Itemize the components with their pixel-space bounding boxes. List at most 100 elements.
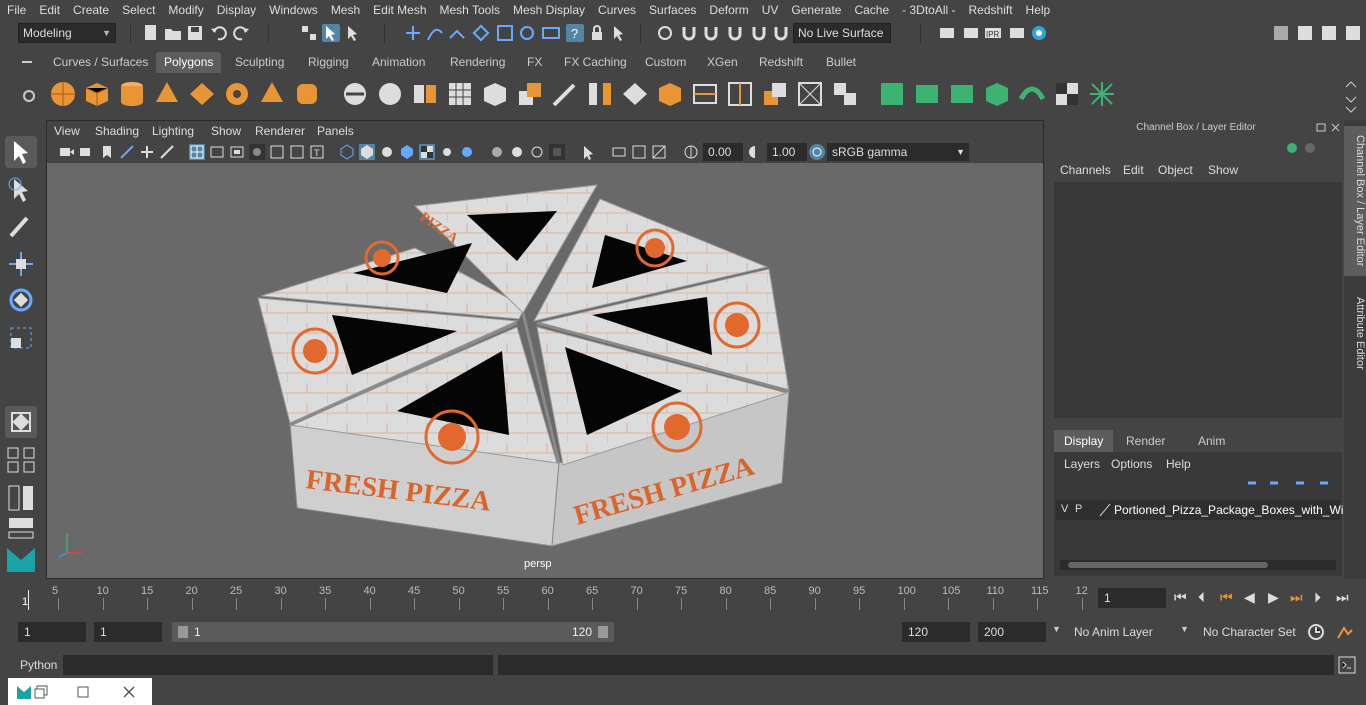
magnet-2-icon[interactable]: [702, 24, 720, 42]
render-frame-icon[interactable]: [962, 24, 980, 42]
select-object-icon[interactable]: [322, 24, 340, 42]
spherical-map-icon[interactable]: [982, 79, 1012, 109]
menu-3dtoall[interactable]: - 3DtoAll -: [895, 3, 961, 17]
checker-icon[interactable]: [1052, 79, 1082, 109]
character-set-dropdown[interactable]: No Character Set: [1197, 622, 1297, 642]
live-surface-field[interactable]: No Live Surface: [793, 23, 891, 43]
end-time-field[interactable]: 200: [978, 622, 1046, 642]
tab-bullet[interactable]: Bullet: [818, 52, 864, 73]
tab-redshift[interactable]: Redshift: [751, 52, 811, 73]
layer-visible-toggle[interactable]: V: [1061, 503, 1068, 515]
poly-cylinder-icon[interactable]: [117, 79, 147, 109]
safe-title-icon[interactable]: T: [309, 144, 325, 160]
tab-render[interactable]: Render: [1116, 430, 1175, 452]
tab-fx-caching[interactable]: FX Caching: [556, 52, 635, 73]
viewport-menu-lighting[interactable]: Lighting: [152, 124, 194, 138]
exposure-field[interactable]: 0.00: [703, 143, 743, 161]
fill-hole-icon[interactable]: [655, 79, 685, 109]
step-forward-icon[interactable]: ⏵: [1314, 589, 1321, 606]
layer-menu-layers[interactable]: Layers: [1064, 457, 1100, 471]
bridge-icon[interactable]: [585, 79, 615, 109]
film-gate-icon[interactable]: [209, 144, 225, 160]
tab-sculpting[interactable]: Sculpting: [227, 52, 292, 73]
python-label[interactable]: Python: [20, 658, 57, 672]
menu-uv[interactable]: UV: [755, 3, 785, 17]
cb-menu-edit[interactable]: Edit: [1123, 163, 1144, 177]
minimized-window[interactable]: [8, 678, 152, 705]
menu-redshift[interactable]: Redshift: [962, 3, 1019, 17]
tab-animation[interactable]: Animation: [364, 52, 433, 73]
bevel-icon[interactable]: [550, 79, 580, 109]
isolate-select-icon[interactable]: [581, 144, 597, 160]
offset-loop-icon[interactable]: [760, 79, 790, 109]
playback-start-field[interactable]: 1: [94, 622, 162, 642]
select-tool-icon[interactable]: [5, 136, 37, 168]
scene-view[interactable]: FRESH PIZZA FRESH PIZZA PIZZA: [47, 163, 1043, 578]
time-slider[interactable]: 1 5 10 15 20 25 30 35 40 45 50 55 60 65 70 75 80 85 90 95 1…: [18, 580, 1090, 612]
save-scene-icon[interactable]: [186, 24, 204, 42]
magnet-icon[interactable]: [680, 24, 698, 42]
layer-menu-help[interactable]: Help: [1166, 457, 1191, 471]
colorspace-dropdown[interactable]: sRGB gamma ▼: [827, 143, 969, 161]
new-scene-icon[interactable]: [142, 24, 160, 42]
undo-icon[interactable]: [210, 24, 228, 42]
axis-display-icon[interactable]: [1286, 140, 1318, 156]
viewport-menu-renderer[interactable]: Renderer: [255, 124, 305, 138]
channel-list[interactable]: [1054, 182, 1342, 418]
separate-icon[interactable]: [375, 79, 405, 109]
bookmark-icon[interactable]: [99, 144, 115, 160]
cb-menu-object[interactable]: Object: [1158, 163, 1193, 177]
menu-mesh[interactable]: Mesh: [324, 3, 366, 17]
start-time-field[interactable]: 1: [18, 622, 86, 642]
magnet-3-icon[interactable]: [726, 24, 744, 42]
combine-icon[interactable]: [340, 79, 370, 109]
layer-row[interactable]: V P Portioned_Pizza_Package_Boxes_with_W…: [1056, 500, 1357, 520]
chevron-down-icon[interactable]: ▼: [1052, 624, 1061, 634]
mode-dropdown[interactable]: Modeling ▼: [18, 23, 116, 43]
chevron-down-icon[interactable]: ▼: [1180, 624, 1189, 634]
layer-name[interactable]: Portioned_Pizza_Package_Boxes_with_Wind: [1114, 503, 1357, 517]
wireframe-on-shaded-icon[interactable]: [399, 144, 415, 160]
next-key-icon[interactable]: ⏭: [1290, 589, 1303, 606]
menu-file[interactable]: File: [0, 3, 32, 17]
unfold-icon[interactable]: [1017, 79, 1047, 109]
magnet-4-icon[interactable]: [750, 24, 768, 42]
select-lock-icon[interactable]: [610, 24, 628, 42]
planar-map-icon[interactable]: [912, 79, 942, 109]
menu-display[interactable]: Display: [210, 3, 262, 17]
script-editor-icon[interactable]: [1338, 656, 1356, 674]
menu-surfaces[interactable]: Surfaces: [642, 3, 702, 17]
menu-mesh-display[interactable]: Mesh Display: [506, 3, 591, 17]
camera-icon[interactable]: [59, 144, 75, 160]
screen-space-ao-icon[interactable]: [489, 144, 505, 160]
redo-icon[interactable]: [232, 24, 250, 42]
tab-attribute-editor-vertical[interactable]: Attribute Editor: [1344, 288, 1366, 378]
playback-end-field[interactable]: 120: [902, 622, 970, 642]
cylindrical-map-icon[interactable]: [947, 79, 977, 109]
exposure-icon[interactable]: [683, 144, 699, 160]
anti-alias-icon[interactable]: [529, 144, 545, 160]
scale-tool-icon[interactable]: [5, 322, 37, 354]
move-tool-icon[interactable]: [5, 248, 37, 280]
reduce-icon[interactable]: [480, 79, 510, 109]
auto-key-icon[interactable]: [1306, 622, 1326, 642]
viewport-menu-panels[interactable]: Panels: [317, 124, 354, 138]
symmetry-icon[interactable]: [656, 24, 674, 42]
tab-xgen[interactable]: XGen: [699, 52, 746, 73]
wireframe-icon[interactable]: [339, 144, 355, 160]
paint-select-icon[interactable]: [5, 210, 37, 242]
grid-icon[interactable]: [189, 144, 205, 160]
layout-four-icon[interactable]: [5, 444, 37, 476]
layer-color-icon[interactable]: [1098, 503, 1112, 517]
poly-sphere-icon[interactable]: [48, 79, 78, 109]
workspace-icon[interactable]: [1272, 24, 1290, 42]
layout-single-icon[interactable]: [5, 406, 37, 438]
snap-point-icon[interactable]: [448, 24, 466, 42]
snap-grid-icon[interactable]: [404, 24, 422, 42]
resolution-gate-icon[interactable]: [229, 144, 245, 160]
maximize-icon[interactable]: [76, 685, 90, 699]
menu-windows[interactable]: Windows: [262, 3, 324, 17]
ipr-render-icon[interactable]: IPR: [984, 24, 1002, 42]
poly-prism-icon[interactable]: [257, 79, 287, 109]
snap-view-icon[interactable]: [472, 24, 490, 42]
